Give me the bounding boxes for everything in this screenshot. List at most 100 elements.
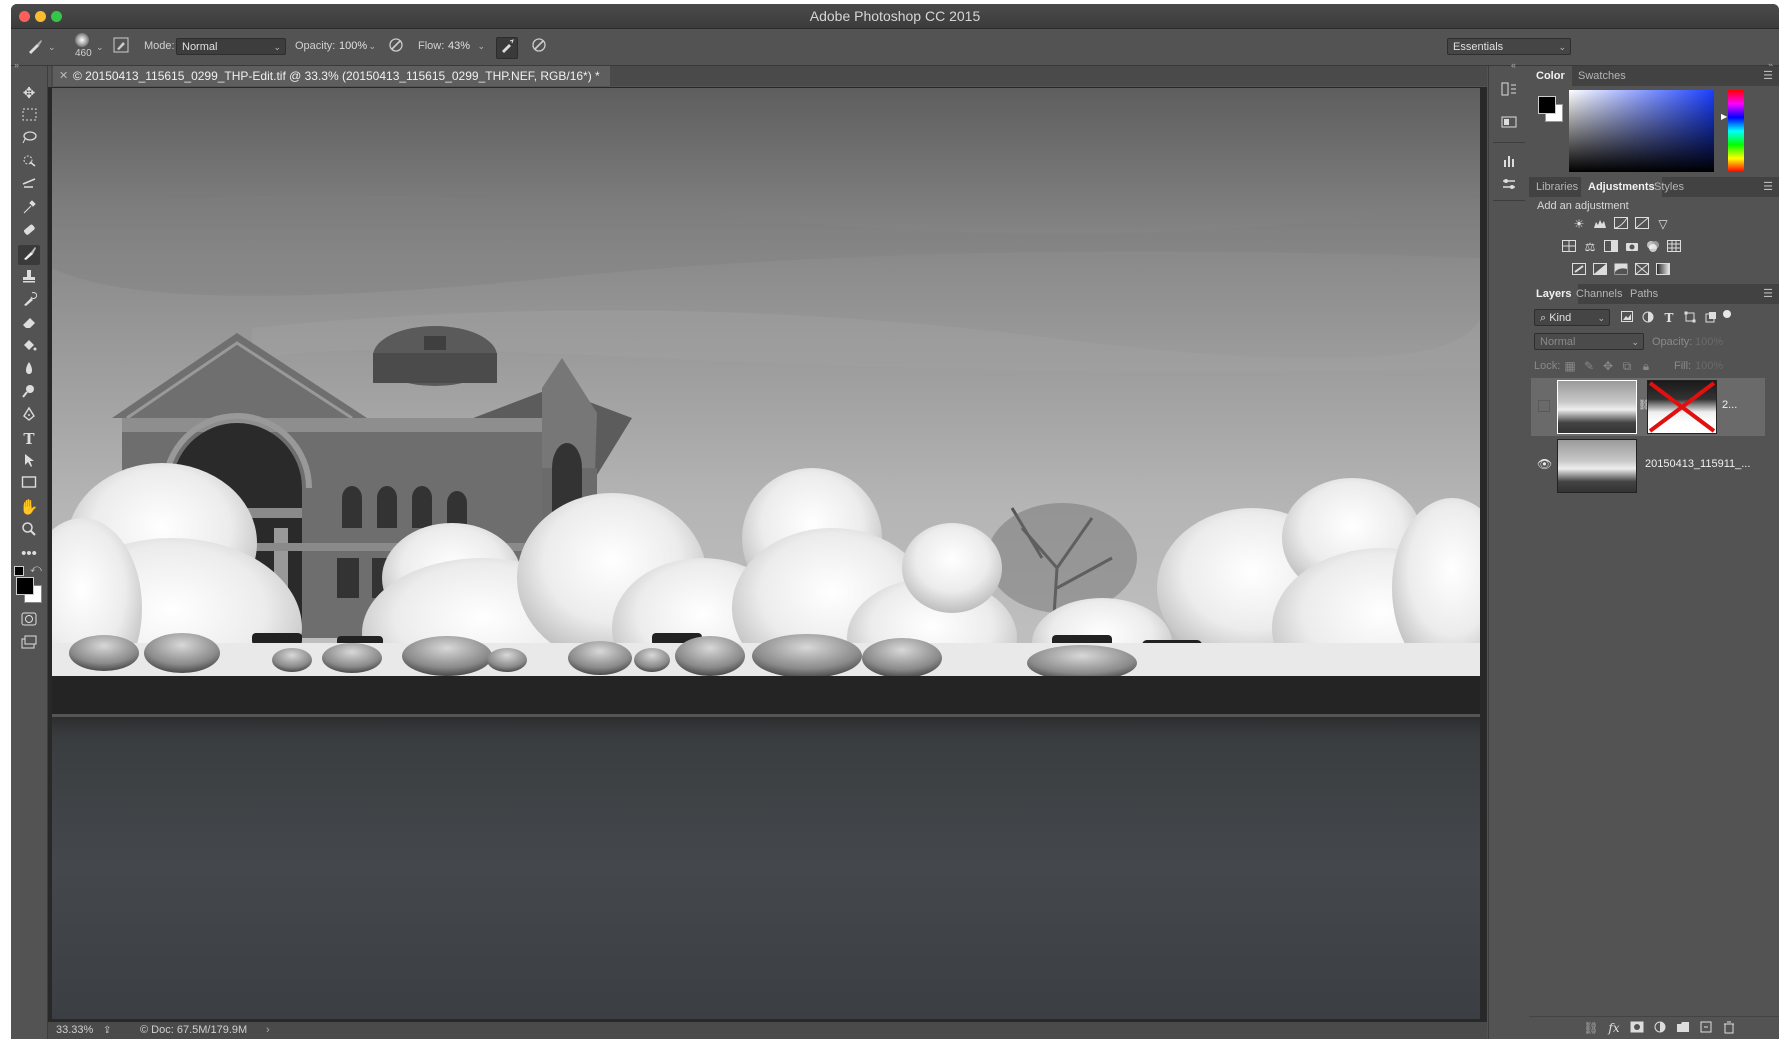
- dodge-tool-icon[interactable]: [18, 383, 40, 403]
- lock-transparent-icon[interactable]: ▦: [1562, 359, 1578, 373]
- trash-icon[interactable]: [1721, 1021, 1737, 1035]
- filter-pixel-icon[interactable]: [1619, 311, 1635, 325]
- eyedropper-tool-icon[interactable]: [18, 199, 40, 219]
- document-image[interactable]: [52, 88, 1480, 1019]
- rectangle-tool-icon[interactable]: [18, 475, 40, 495]
- collapse-toolbox-icon[interactable]: »: [14, 60, 19, 70]
- layer-thumbnail[interactable]: [1557, 380, 1637, 434]
- filter-smart-object-icon[interactable]: [1703, 311, 1719, 325]
- eraser-tool-icon[interactable]: [18, 314, 40, 334]
- document-tab[interactable]: ✕ © 20150413_115615_0299_THP-Edit.tif @ …: [53, 66, 610, 86]
- filter-adjustment-icon[interactable]: [1640, 311, 1656, 325]
- panel-menu-icon[interactable]: ☰: [1763, 284, 1773, 304]
- collapse-dock-icon[interactable]: «: [1511, 60, 1516, 70]
- new-group-icon[interactable]: [1675, 1021, 1691, 1035]
- tab-channels[interactable]: Channels: [1569, 284, 1629, 304]
- filter-type-icon[interactable]: T: [1661, 311, 1677, 325]
- eye-icon[interactable]: 👁︎: [1537, 457, 1552, 471]
- brush-tool-preset-icon[interactable]: [25, 37, 45, 57]
- visibility-toggle[interactable]: [1538, 400, 1550, 412]
- channel-mixer-icon[interactable]: [1645, 240, 1661, 254]
- filter-toggle-icon[interactable]: [1723, 310, 1731, 318]
- chevron-down-icon[interactable]: ⌄: [48, 42, 56, 53]
- layer-filter-dropdown[interactable]: ⌕ Kind ⌄: [1534, 309, 1610, 326]
- layer-name[interactable]: 20150413_115911_...: [1645, 458, 1750, 470]
- photo-filter-icon[interactable]: [1624, 240, 1640, 254]
- tab-libraries[interactable]: Libraries: [1529, 177, 1585, 197]
- levels-icon[interactable]: [1592, 217, 1608, 231]
- fill-value[interactable]: 100%: [1695, 360, 1723, 372]
- paint-bucket-tool-icon[interactable]: [18, 337, 40, 357]
- canvas-area[interactable]: [48, 87, 1487, 1022]
- brush-tip-icon[interactable]: [75, 33, 89, 47]
- pen-tool-icon[interactable]: [18, 406, 40, 426]
- chevron-down-icon[interactable]: ⌄: [96, 42, 104, 53]
- layer-thumbnail[interactable]: [1557, 439, 1637, 493]
- filter-shape-icon[interactable]: [1682, 311, 1698, 325]
- chevron-right-icon[interactable]: ›: [266, 1022, 270, 1039]
- close-document-icon[interactable]: ✕: [59, 66, 68, 86]
- quick-mask-icon[interactable]: [18, 612, 40, 632]
- zoom-tool-icon[interactable]: [18, 521, 40, 541]
- color-balance-icon[interactable]: ⚖: [1582, 240, 1598, 254]
- pressure-size-icon[interactable]: [529, 37, 549, 57]
- history-brush-tool-icon[interactable]: [18, 291, 40, 311]
- workspace-switcher[interactable]: Essentials ⌄: [1447, 38, 1571, 55]
- vibrance-icon[interactable]: ▽: [1655, 217, 1671, 231]
- brightness-contrast-icon[interactable]: ☀: [1571, 217, 1587, 231]
- panel-menu-icon[interactable]: ☰: [1763, 177, 1773, 197]
- mode-dropdown[interactable]: Normal ⌄: [176, 38, 286, 55]
- type-tool-icon[interactable]: T: [18, 429, 40, 449]
- properties-panel-icon[interactable]: [1499, 114, 1519, 134]
- panel-menu-icon[interactable]: ☰: [1763, 66, 1773, 86]
- black-white-icon[interactable]: [1603, 240, 1619, 254]
- hue-slider-marker-icon[interactable]: ▶: [1721, 112, 1727, 121]
- threshold-icon[interactable]: [1613, 263, 1629, 277]
- lock-all-icon[interactable]: 🔒︎: [1638, 359, 1654, 373]
- invert-icon[interactable]: [1571, 263, 1587, 277]
- hue-slider[interactable]: [1728, 90, 1744, 172]
- curves-icon[interactable]: [1613, 217, 1629, 231]
- healing-brush-tool-icon[interactable]: [18, 222, 40, 242]
- link-layers-icon[interactable]: ⛓︎: [1583, 1021, 1599, 1035]
- brush-panel-toggle-icon[interactable]: [111, 37, 131, 57]
- posterize-icon[interactable]: [1592, 263, 1608, 277]
- clone-stamp-tool-icon[interactable]: [18, 268, 40, 288]
- blur-tool-icon[interactable]: [18, 360, 40, 380]
- layer-mask-thumbnail[interactable]: [1647, 380, 1717, 434]
- lock-position-icon[interactable]: ✥: [1600, 359, 1616, 373]
- path-selection-tool-icon[interactable]: [18, 452, 40, 472]
- color-lookup-icon[interactable]: [1666, 240, 1682, 254]
- new-adjustment-layer-icon[interactable]: [1652, 1021, 1668, 1035]
- swap-colors-icon[interactable]: ⤺: [30, 563, 42, 576]
- brush-tool-icon[interactable]: [18, 245, 40, 265]
- document-size[interactable]: © Doc: 67.5M/179.9M: [140, 1022, 247, 1039]
- color-field[interactable]: [1569, 90, 1714, 172]
- lock-image-icon[interactable]: ✎: [1581, 359, 1597, 373]
- flow-field[interactable]: 43% ⌄: [443, 38, 489, 55]
- exposure-icon[interactable]: [1634, 217, 1650, 231]
- add-mask-icon[interactable]: [1629, 1021, 1645, 1035]
- marquee-tool-icon[interactable]: [18, 107, 40, 127]
- share-icon[interactable]: ⇪: [103, 1022, 111, 1039]
- tab-styles[interactable]: Styles: [1647, 177, 1691, 197]
- gradient-map-icon[interactable]: [1655, 263, 1671, 277]
- airbrush-toggle-icon[interactable]: [496, 37, 518, 59]
- hand-tool-icon[interactable]: ✋: [18, 498, 40, 518]
- more-tools-icon[interactable]: •••: [18, 544, 40, 564]
- fx-icon[interactable]: fx: [1606, 1021, 1622, 1035]
- brushes-panel-icon[interactable]: [1499, 152, 1519, 172]
- layer-opacity-value[interactable]: 100%: [1695, 336, 1723, 348]
- tab-color[interactable]: Color: [1529, 66, 1572, 86]
- foreground-color-chip[interactable]: [1538, 96, 1556, 114]
- selective-color-icon[interactable]: [1634, 263, 1650, 277]
- brush-presets-icon[interactable]: [1499, 176, 1519, 196]
- lock-artboard-icon[interactable]: ⧉: [1619, 359, 1635, 373]
- layer-name[interactable]: 2...: [1722, 399, 1737, 411]
- layer-row[interactable]: ⛓︎ 2...: [1531, 378, 1765, 436]
- foreground-color-swatch[interactable]: [16, 577, 34, 595]
- new-layer-icon[interactable]: [1698, 1021, 1714, 1035]
- layer-row[interactable]: 👁︎ 20150413_115911_...: [1531, 437, 1765, 495]
- blend-mode-dropdown[interactable]: Normal ⌄: [1534, 333, 1644, 350]
- move-tool-icon[interactable]: ✥: [18, 84, 40, 104]
